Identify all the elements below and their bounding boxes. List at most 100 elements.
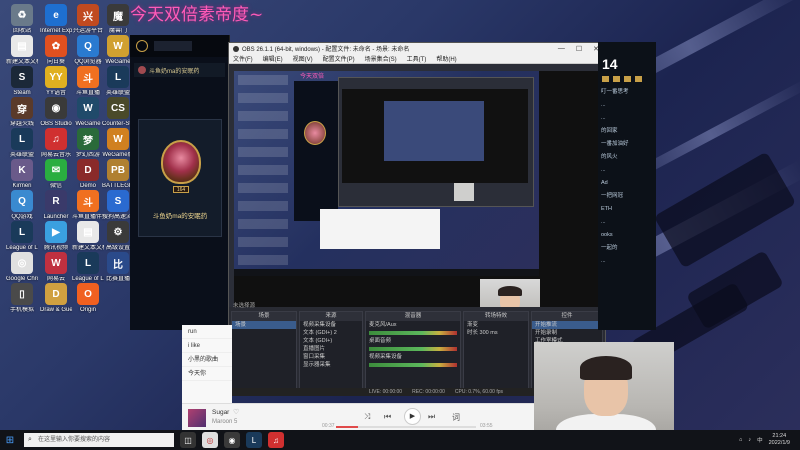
desktop-icon[interactable]: S Steam bbox=[6, 66, 38, 97]
chat-message: 一把网冠 bbox=[601, 193, 624, 199]
desktop-icon[interactable]: 梦梦幻西游 bbox=[72, 128, 104, 159]
chat-message: 的风火 bbox=[601, 154, 618, 160]
progress-bar[interactable] bbox=[336, 426, 476, 428]
playlist-item[interactable]: 今天你 bbox=[182, 367, 232, 381]
music-player[interactable]: run i like 小黑的歌曲 今天你 Sugar ♡ Maroon 5 ⤨ ⏮ ▶… bbox=[182, 325, 534, 431]
desktop-icon[interactable]: 斗斗鱼直播伴侣 bbox=[72, 190, 104, 221]
desktop-icon[interactable]: ◎ Google Chrome bbox=[6, 252, 38, 283]
desktop-icon[interactable]: Q QQ游戏 bbox=[6, 190, 38, 221]
obs-preview[interactable]: 今天双倍 bbox=[234, 71, 601, 333]
desktop-icon[interactable]: W WeGame bbox=[72, 97, 104, 128]
desktop-icon[interactable]: W 网易云 bbox=[40, 252, 72, 283]
chat-tool-icon[interactable] bbox=[602, 76, 609, 82]
desktop-icon[interactable]: O Origin bbox=[72, 283, 104, 314]
chat-tool-icon[interactable] bbox=[624, 76, 631, 82]
lol-profile-card[interactable]: 164 斗鱼奶ma的安眠药 bbox=[138, 119, 222, 237]
text-document-icon: ▤ bbox=[77, 221, 99, 243]
lol-profile-row[interactable]: 斗鱼奶ma的安眠药 bbox=[134, 63, 225, 77]
play-button[interactable]: ▶ bbox=[404, 408, 421, 425]
desktop-icon[interactable]: ✉ 微信 bbox=[40, 159, 72, 190]
shuffle-icon[interactable]: ⤨ bbox=[364, 412, 370, 422]
desktop-icon[interactable]: ✿ 向日葵 bbox=[40, 35, 72, 66]
chat-toolbar[interactable] bbox=[598, 72, 656, 86]
heart-icon[interactable]: ♡ bbox=[233, 408, 239, 416]
ime-indicator[interactable]: 中 bbox=[757, 436, 763, 444]
lyrics-icon[interactable]: 词 bbox=[452, 412, 460, 423]
desktop-icon[interactable]: 斗斗鱼直播 bbox=[72, 66, 104, 97]
clock-date: 2022/1/9 bbox=[768, 440, 790, 446]
lol-client-window[interactable]: 斗鱼奶ma的安眠药 164 斗鱼奶ma的安眠药 bbox=[130, 35, 230, 330]
chat-tool-icon[interactable] bbox=[635, 76, 642, 82]
windows-start-icon[interactable]: ⊞ bbox=[0, 430, 20, 450]
desktop-icon[interactable]: K Kirmeri bbox=[6, 159, 38, 190]
desktop-icon[interactable]: ♻ 回收站 bbox=[6, 4, 38, 35]
desktop-icon[interactable]: R Launcher bbox=[40, 190, 72, 221]
cf-icon: 穿 bbox=[11, 97, 33, 119]
playlist-item[interactable]: i like bbox=[182, 339, 232, 353]
sogou-icon: S bbox=[107, 190, 129, 212]
network-icon[interactable]: ⌂ bbox=[739, 437, 742, 443]
taskbar-clock[interactable]: 21:24 2022/1/9 bbox=[769, 433, 790, 447]
lol-avatar-icon bbox=[138, 66, 146, 74]
desktop-icon[interactable]: ▯ 手机模拟 bbox=[6, 283, 38, 314]
chat-big-number: 14 bbox=[602, 56, 618, 72]
lol-logo-icon bbox=[136, 40, 148, 52]
rank-emblem-icon bbox=[161, 140, 201, 184]
app-icon: 比 bbox=[107, 252, 129, 274]
volume-icon[interactable]: ♪ bbox=[748, 437, 751, 443]
netease-music-taskbar-icon[interactable]: ♫ bbox=[268, 432, 284, 448]
obs-titlebar[interactable]: OBS 26.1.1 (64-bit, windows) - 配置文件: 未命名… bbox=[229, 43, 605, 54]
maximize-icon[interactable]: ☐ bbox=[576, 45, 582, 53]
obs-taskbar-icon[interactable]: ◉ bbox=[224, 432, 240, 448]
obs-menu-item[interactable]: 配置文件(P) bbox=[323, 54, 355, 63]
lol-taskbar-icon[interactable]: L bbox=[246, 432, 262, 448]
next-icon[interactable]: ⏭ bbox=[428, 412, 435, 422]
obs-menu-item[interactable]: 视图(V) bbox=[293, 54, 313, 63]
minimize-icon[interactable]: — bbox=[558, 45, 565, 53]
controls-item[interactable]: 开始推流 bbox=[532, 321, 602, 329]
desktop-icon[interactable]: ▤ 新建文本文档 bbox=[6, 35, 38, 66]
playlist-item[interactable]: 小黑的歌曲 bbox=[182, 353, 232, 367]
controls-item[interactable]: 开始录制 bbox=[532, 329, 602, 337]
desktop-icon-label: League of Legends bbox=[72, 276, 104, 282]
desktop-icon[interactable]: YY YY语音 bbox=[40, 66, 72, 97]
desktop-icon[interactable]: L League of Legends bbox=[72, 252, 104, 283]
summoner-name: 斗鱼奶ma的安眠药 bbox=[152, 213, 208, 220]
playlist-item[interactable]: run bbox=[182, 325, 232, 339]
obs-menu-item[interactable]: 场景集合(S) bbox=[365, 54, 397, 63]
desktop-icon-label: OBS Studio bbox=[40, 121, 72, 127]
desktop-icon-label: 斗鱼直播伴侣 bbox=[72, 214, 104, 220]
desktop-icon[interactable]: ♫ 网易云音乐 bbox=[40, 128, 72, 159]
scenes-header: 场景 bbox=[232, 312, 296, 321]
desktop-icon[interactable]: ▶ 腾讯视频 bbox=[40, 221, 72, 252]
lol-play-button[interactable] bbox=[154, 41, 192, 51]
chrome-icon[interactable]: ◎ bbox=[202, 432, 218, 448]
desktop-icon[interactable]: L 英雄联盟 bbox=[6, 128, 38, 159]
desktop-icon-label: 微信 bbox=[49, 183, 62, 189]
previous-icon[interactable]: ⏮ bbox=[384, 412, 391, 422]
obs-menu-item[interactable]: 帮助(H) bbox=[436, 54, 456, 63]
steam-icon: S bbox=[11, 66, 33, 88]
desktop-icon[interactable]: e Internet Explorer bbox=[40, 4, 72, 35]
chat-panel[interactable]: 14 叮一番思考...... 的回家 一番加油好 的风火... Ad 一把网冠 ETH...… bbox=[598, 42, 656, 330]
desktop-icon[interactable]: ◉ OBS Studio bbox=[40, 97, 72, 128]
desktop-icon[interactable]: D Draw & Guess bbox=[40, 283, 72, 314]
task-view-icon[interactable]: ◫ bbox=[180, 432, 196, 448]
player-bar[interactable]: Sugar ♡ Maroon 5 ⤨ ⏮ ▶ ⏭ 词 00:37 03:55 bbox=[182, 403, 534, 431]
desktop-icon[interactable]: ▤ 新建文本文档 bbox=[72, 221, 104, 252]
desktop-icon[interactable]: 兴兴运游平台 bbox=[72, 4, 104, 35]
album-art[interactable] bbox=[188, 409, 206, 427]
playlist[interactable]: run i like 小黑的歌曲 今天你 bbox=[182, 325, 232, 403]
obs-menu-item[interactable]: 文件(F) bbox=[233, 54, 253, 63]
chat-tool-icon[interactable] bbox=[613, 76, 620, 82]
taskbar-search-input[interactable]: 在这里输入你要搜索的内容 bbox=[24, 433, 174, 447]
text-document-icon: ▤ bbox=[11, 35, 33, 57]
desktop-icon[interactable]: L League of Legends bbox=[6, 221, 38, 252]
desktop-icon-label: 斗鱼直播 bbox=[75, 90, 100, 96]
obs-menu-item[interactable]: 工具(T) bbox=[407, 54, 427, 63]
chat-message: ooks bbox=[601, 232, 613, 238]
obs-menu-item[interactable]: 编辑(E) bbox=[263, 54, 283, 63]
desktop-icon[interactable]: 穿穿越火线 bbox=[6, 97, 38, 128]
desktop-icon[interactable]: D Demo bbox=[72, 159, 104, 190]
desktop-icon[interactable]: Q QQ浏览器 bbox=[72, 35, 104, 66]
